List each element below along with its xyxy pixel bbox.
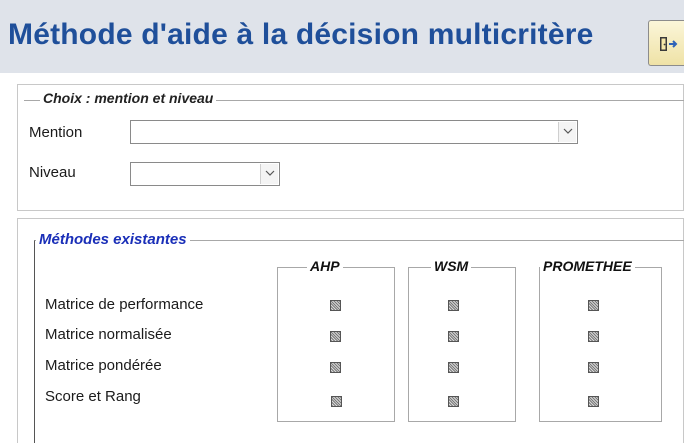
checkbox-ahp-normalisee[interactable] (330, 331, 341, 342)
row-label-score-rang: Score et Rang (45, 388, 141, 405)
chevron-down-icon (563, 128, 573, 134)
mention-label: Mention (29, 124, 83, 141)
form-window: Méthode d'aide à la décision multicritèr… (0, 0, 684, 443)
promethee-column-title: PROMETHEE (540, 258, 635, 274)
page-title: Méthode d'aide à la décision multicritèr… (8, 18, 594, 51)
checkbox-promethee-normalisee[interactable] (588, 331, 599, 342)
checkbox-promethee-ponderee[interactable] (588, 362, 599, 373)
exit-button[interactable] (648, 20, 684, 66)
checkbox-ahp-ponderee[interactable] (330, 362, 341, 373)
mention-dropdown-button[interactable] (558, 122, 576, 142)
row-label-ponderee: Matrice pondérée (45, 357, 162, 374)
wsm-column-box (408, 267, 516, 422)
methods-legend: Méthodes existantes (36, 231, 190, 248)
checkbox-promethee-score-rang[interactable] (588, 396, 599, 407)
chevron-down-icon (265, 170, 275, 176)
checkbox-wsm-ponderee[interactable] (448, 362, 459, 373)
row-label-normalisee: Matrice normalisée (45, 326, 172, 343)
niveau-label: Niveau (29, 164, 76, 181)
mention-combobox[interactable] (130, 120, 578, 144)
row-label-performance: Matrice de performance (45, 296, 204, 313)
checkbox-ahp-score-rang[interactable] (331, 396, 342, 407)
promethee-column-box (539, 267, 662, 422)
niveau-dropdown-button[interactable] (260, 164, 278, 184)
checkbox-wsm-normalisee[interactable] (448, 331, 459, 342)
ahp-column-title: AHP (307, 258, 343, 274)
checkbox-wsm-score-rang[interactable] (448, 396, 459, 407)
choice-legend: Choix : mention et niveau (40, 90, 217, 106)
checkbox-wsm-performance[interactable] (448, 300, 459, 311)
checkbox-promethee-performance[interactable] (588, 300, 599, 311)
exit-door-icon (660, 37, 678, 51)
wsm-column-title: WSM (431, 258, 472, 274)
checkbox-ahp-performance[interactable] (330, 300, 341, 311)
header-bar: Méthode d'aide à la décision multicritèr… (0, 0, 684, 73)
niveau-combobox[interactable] (130, 162, 280, 186)
